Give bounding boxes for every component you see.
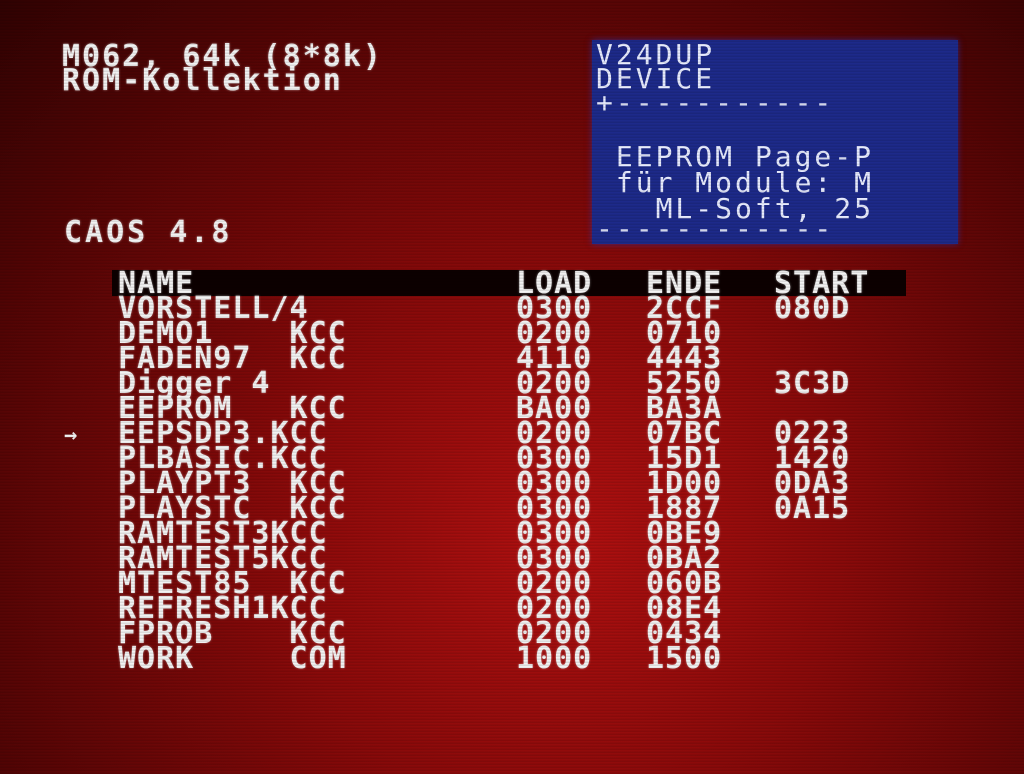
kc85-screen: M062, 64k (8*8k) ROM-Kollektion CAOS 4.8… [0,0,1024,774]
module-subtitle: ROM-Kollektion [62,63,343,98]
cell-load: 1000 [516,641,593,676]
cell-start: 080D [774,291,851,326]
info-separator: +----------- [596,86,835,119]
cell-ende: 1500 [646,641,723,676]
cell-start: 3C3D [774,366,851,401]
selection-arrow-icon: → [64,423,78,448]
cell-name: WORK COM [118,641,347,676]
info-window: V24DUP DEVICE +----------- EEPROM Page-P… [592,40,958,244]
os-version: CAOS 4.8 [64,215,233,250]
info-separator-bottom: ------------ [596,212,835,244]
cell-start: 0A15 [774,491,851,526]
